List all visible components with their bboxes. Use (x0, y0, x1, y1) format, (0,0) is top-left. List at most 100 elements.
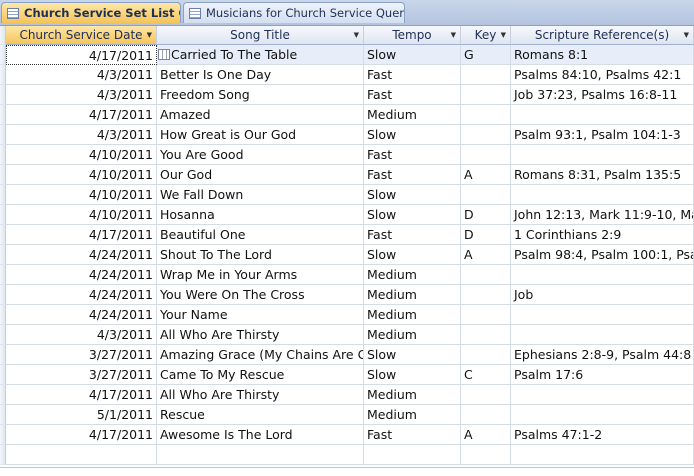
date-cell[interactable] (6, 445, 157, 465)
tempo-cell[interactable]: Slow (364, 245, 461, 265)
dropdown-arrow-icon[interactable]: ▼ (684, 31, 689, 39)
tab-musicians-for-church-service-query2[interactable]: Musicians for Church Service Query2 (183, 2, 405, 23)
scripture-cell[interactable]: Romans 8:1 (511, 45, 694, 65)
tempo-cell[interactable]: Slow (364, 185, 461, 205)
dropdown-arrow-icon[interactable]: ▼ (451, 31, 456, 39)
scripture-cell[interactable] (511, 325, 694, 345)
date-cell[interactable]: 4/10/2011 (6, 205, 157, 225)
song-title-cell[interactable]: Beautiful One (157, 225, 364, 245)
scripture-cell[interactable]: Romans 8:31, Psalm 135:5 (511, 165, 694, 185)
key-cell[interactable]: D (461, 205, 511, 225)
column-header-key[interactable]: Key ▼ (461, 26, 511, 45)
column-header-song-title[interactable]: Song Title ▼ (157, 26, 364, 45)
song-title-cell[interactable]: Came To My Rescue (157, 365, 364, 385)
key-cell[interactable]: A (461, 425, 511, 445)
tempo-cell[interactable]: Slow (364, 345, 461, 365)
key-cell[interactable] (461, 325, 511, 345)
song-title-cell[interactable]: Wrap Me in Your Arms (157, 265, 364, 285)
key-cell[interactable] (461, 145, 511, 165)
song-title-cell[interactable]: How Great is Our God (157, 125, 364, 145)
tempo-cell[interactable]: Slow (364, 365, 461, 385)
date-cell[interactable]: 4/17/2011 (6, 225, 157, 245)
scripture-cell[interactable] (511, 265, 694, 285)
scripture-cell[interactable]: Psalm 17:6 (511, 365, 694, 385)
song-title-cell[interactable] (157, 445, 364, 465)
key-cell[interactable] (461, 405, 511, 425)
song-title-cell[interactable]: Rescue (157, 405, 364, 425)
key-cell[interactable]: A (461, 245, 511, 265)
song-title-cell[interactable]: Shout To The Lord (157, 245, 364, 265)
tempo-cell[interactable] (364, 445, 461, 465)
song-title-cell[interactable]: All Who Are Thirsty (157, 325, 364, 345)
column-header-scripture-references[interactable]: Scripture Reference(s) ▼ (511, 26, 694, 45)
key-cell[interactable] (461, 105, 511, 125)
date-cell[interactable]: 3/27/2011 (6, 345, 157, 365)
tempo-cell[interactable]: Fast (364, 145, 461, 165)
tempo-cell[interactable]: Fast (364, 165, 461, 185)
key-cell[interactable] (461, 285, 511, 305)
scripture-cell[interactable]: Job 37:23, Psalms 16:8-11 (511, 85, 694, 105)
column-header-tempo[interactable]: Tempo ▼ (364, 26, 461, 45)
tempo-cell[interactable]: Fast (364, 85, 461, 105)
scripture-cell[interactable]: Psalm 93:1, Psalm 104:1-3 (511, 125, 694, 145)
song-title-cell[interactable]: Hosanna (157, 205, 364, 225)
date-cell[interactable]: 4/24/2011 (6, 285, 157, 305)
date-cell[interactable]: 4/17/2011 (6, 385, 157, 405)
key-cell[interactable]: C (461, 365, 511, 385)
scripture-cell[interactable]: John 12:13, Mark 11:9-10, Matthew 21:9 (511, 205, 694, 225)
key-cell[interactable] (461, 305, 511, 325)
date-cell[interactable]: 4/24/2011 (6, 305, 157, 325)
key-cell[interactable]: D (461, 225, 511, 245)
date-cell[interactable]: 4/17/2011 (6, 105, 157, 125)
scripture-cell[interactable]: Psalms 84:10, Psalms 42:1 (511, 65, 694, 85)
scripture-cell[interactable] (511, 305, 694, 325)
tempo-cell[interactable]: Medium (364, 405, 461, 425)
scripture-cell[interactable]: 1 Corinthians 2:9 (511, 225, 694, 245)
tempo-cell[interactable]: Medium (364, 285, 461, 305)
key-cell[interactable]: G (461, 45, 511, 65)
song-title-cell[interactable]: Awesome Is The Lord (157, 425, 364, 445)
key-cell[interactable] (461, 85, 511, 105)
tempo-cell[interactable]: Slow (364, 205, 461, 225)
date-cell[interactable]: 4/24/2011 (6, 245, 157, 265)
song-title-cell[interactable]: Amazed (157, 105, 364, 125)
date-cell[interactable]: 3/27/2011 (6, 365, 157, 385)
tab-church-service-set-list-query2[interactable]: Church Service Set List Query2 (1, 2, 181, 23)
key-cell[interactable]: A (461, 165, 511, 185)
scripture-cell[interactable]: Ephesians 2:8-9, Psalm 44:8 (511, 345, 694, 365)
song-title-cell[interactable]: Amazing Grace (My Chains Are Gone) (157, 345, 364, 365)
key-cell[interactable] (461, 125, 511, 145)
tempo-cell[interactable]: Medium (364, 385, 461, 405)
scripture-cell[interactable] (511, 385, 694, 405)
tempo-cell[interactable]: Fast (364, 65, 461, 85)
date-cell[interactable]: 5/1/2011 (6, 405, 157, 425)
date-cell[interactable]: 4/24/2011 (6, 265, 157, 285)
song-title-cell[interactable]: Your Name (157, 305, 364, 325)
date-cell[interactable]: 4/10/2011 (6, 185, 157, 205)
scripture-cell[interactable] (511, 405, 694, 425)
key-cell[interactable] (461, 385, 511, 405)
scripture-cell[interactable]: Psalms 47:1-2 (511, 425, 694, 445)
tempo-cell[interactable]: Medium (364, 105, 461, 125)
dropdown-arrow-icon[interactable]: ▼ (147, 31, 152, 39)
song-title-cell[interactable]: You Were On The Cross (157, 285, 364, 305)
scripture-cell[interactable] (511, 185, 694, 205)
key-cell[interactable] (461, 185, 511, 205)
tempo-cell[interactable]: Slow (364, 125, 461, 145)
song-title-cell[interactable]: All Who Are Thirsty (157, 385, 364, 405)
scripture-cell[interactable] (511, 145, 694, 165)
scripture-cell[interactable]: Job (511, 285, 694, 305)
date-cell[interactable]: 4/17/2011 (6, 45, 157, 65)
key-cell[interactable] (461, 265, 511, 285)
dropdown-arrow-icon[interactable]: ▼ (354, 31, 359, 39)
column-header-church-service-date[interactable]: Church Service Date ▼ (6, 26, 157, 45)
datagrid-icon[interactable] (158, 49, 170, 60)
date-cell[interactable]: 4/3/2011 (6, 65, 157, 85)
key-cell[interactable] (461, 65, 511, 85)
date-cell[interactable]: 4/10/2011 (6, 165, 157, 185)
song-title-cell[interactable]: You Are Good (157, 145, 364, 165)
date-cell[interactable]: 4/3/2011 (6, 125, 157, 145)
scripture-cell[interactable] (511, 445, 694, 465)
scripture-cell[interactable] (511, 105, 694, 125)
date-cell[interactable]: 4/3/2011 (6, 85, 157, 105)
